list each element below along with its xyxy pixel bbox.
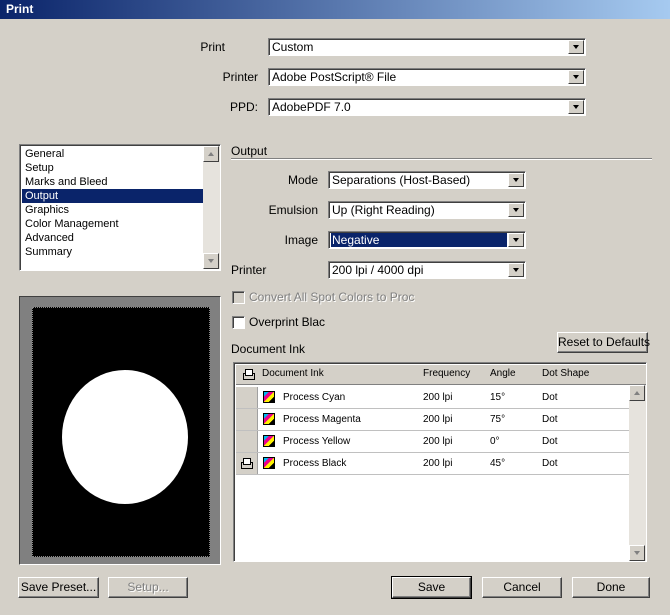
- dropdown-arrow-icon[interactable]: [508, 173, 524, 187]
- preview-page: [32, 307, 210, 557]
- category-item-marks-and-bleed[interactable]: Marks and Bleed: [22, 175, 204, 189]
- image-dropdown[interactable]: Negative: [328, 231, 526, 249]
- ink-name: Process Yellow: [283, 436, 351, 447]
- save-preset-button[interactable]: Save Preset...: [18, 577, 99, 598]
- ink-frequency[interactable]: 200 lpi: [423, 414, 452, 425]
- column-header-dot-shape[interactable]: Dot Shape: [542, 368, 589, 379]
- category-item-graphics[interactable]: Graphics: [22, 203, 204, 217]
- print-preset-dropdown[interactable]: Custom: [268, 38, 586, 56]
- ppd-label: PPD:: [229, 100, 258, 114]
- category-item-color-management[interactable]: Color Management: [22, 217, 204, 231]
- emulsion-value: Up (Right Reading): [332, 203, 435, 217]
- printer-icon: [240, 458, 253, 469]
- ink-name: Process Black: [283, 458, 347, 469]
- document-ink-scrollbar[interactable]: [629, 385, 646, 561]
- reset-to-defaults-button[interactable]: Reset to Defaults: [557, 332, 650, 353]
- process-ink-icon: [263, 391, 275, 403]
- process-ink-icon: [263, 457, 275, 469]
- ink-frequency[interactable]: 200 lpi: [423, 392, 452, 403]
- column-header-document-ink[interactable]: Document Ink: [262, 368, 324, 379]
- dropdown-arrow-icon[interactable]: [568, 40, 584, 54]
- image-value: Negative: [331, 233, 507, 247]
- window-title-bar[interactable]: Print: [0, 0, 670, 19]
- print-preset-value: Custom: [272, 40, 314, 54]
- output-section-divider: [231, 158, 652, 160]
- ink-dot-shape: Dot: [542, 436, 558, 447]
- scroll-up-icon[interactable]: [629, 385, 645, 401]
- scroll-down-icon[interactable]: [629, 545, 645, 561]
- ink-frequency[interactable]: 200 lpi: [423, 436, 452, 447]
- save-button[interactable]: Save: [391, 576, 472, 599]
- category-item-summary[interactable]: Summary: [22, 245, 204, 259]
- print-ink-toggle[interactable]: [236, 431, 258, 452]
- done-button[interactable]: Done: [572, 577, 650, 598]
- dropdown-arrow-icon[interactable]: [508, 203, 524, 217]
- category-list[interactable]: General Setup Marks and Bleed Output Gra…: [19, 144, 221, 271]
- ink-angle[interactable]: 0°: [490, 436, 500, 447]
- preview-circle-artwork: [62, 370, 188, 504]
- document-ink-table-header: Document Ink Frequency Angle Dot Shape: [236, 365, 646, 385]
- category-list-scrollbar[interactable]: [203, 146, 220, 269]
- cancel-button[interactable]: Cancel: [482, 577, 562, 598]
- mode-dropdown[interactable]: Separations (Host-Based): [328, 171, 526, 189]
- print-preview: [19, 296, 221, 565]
- print-ink-toggle[interactable]: [236, 409, 258, 430]
- ink-dot-shape: Dot: [542, 458, 558, 469]
- convert-spot-colors-checkbox[interactable]: [232, 291, 245, 304]
- category-item-output[interactable]: Output: [22, 189, 204, 203]
- ink-angle[interactable]: 75°: [490, 414, 505, 425]
- print-ink-toggle[interactable]: [236, 387, 258, 408]
- table-row[interactable]: Process Black 200 lpi 45° Dot: [236, 453, 629, 475]
- dropdown-arrow-icon[interactable]: [508, 233, 524, 247]
- printer-icon: [242, 369, 255, 380]
- process-ink-icon: [263, 413, 275, 425]
- printer-label: Printer: [222, 70, 258, 84]
- dropdown-arrow-icon[interactable]: [508, 263, 524, 277]
- mode-value: Separations (Host-Based): [332, 173, 471, 187]
- column-header-frequency[interactable]: Frequency: [423, 368, 470, 379]
- ink-name: Process Magenta: [283, 414, 361, 425]
- output-printer-label: Printer: [231, 263, 267, 277]
- table-row[interactable]: Process Yellow 200 lpi 0° Dot: [236, 431, 629, 453]
- scroll-up-icon[interactable]: [203, 146, 219, 162]
- printer-value: Adobe PostScript® File: [272, 70, 397, 84]
- printer-dropdown[interactable]: Adobe PostScript® File: [268, 68, 586, 86]
- setup-button[interactable]: Setup...: [108, 577, 188, 598]
- ppd-value: AdobePDF 7.0: [272, 100, 351, 114]
- ink-angle[interactable]: 45°: [490, 458, 505, 469]
- print-ink-toggle[interactable]: [236, 453, 258, 474]
- table-row[interactable]: Process Cyan 200 lpi 15° Dot: [236, 387, 629, 409]
- column-header-angle[interactable]: Angle: [490, 368, 516, 379]
- ink-dot-shape: Dot: [542, 392, 558, 403]
- scroll-down-icon[interactable]: [203, 253, 219, 269]
- output-printer-value: 200 lpi / 4000 dpi: [332, 263, 424, 277]
- print-preset-label: Print: [200, 40, 225, 54]
- document-ink-section-title: Document Ink: [231, 342, 306, 356]
- category-item-setup[interactable]: Setup: [22, 161, 204, 175]
- table-row[interactable]: Process Magenta 200 lpi 75° Dot: [236, 409, 629, 431]
- output-section-title: Output: [231, 144, 268, 158]
- dropdown-arrow-icon[interactable]: [568, 70, 584, 84]
- dropdown-arrow-icon[interactable]: [568, 100, 584, 114]
- ink-angle[interactable]: 15°: [490, 392, 505, 403]
- overprint-black-label: Overprint Blac: [249, 315, 326, 329]
- output-printer-dropdown[interactable]: 200 lpi / 4000 dpi: [328, 261, 526, 279]
- convert-spot-colors-label: Convert All Spot Colors to Proc: [249, 290, 415, 304]
- document-ink-table[interactable]: Document Ink Frequency Angle Dot Shape P…: [233, 362, 647, 562]
- mode-label: Mode: [287, 173, 318, 187]
- ink-frequency[interactable]: 200 lpi: [423, 458, 452, 469]
- image-label: Image: [284, 233, 318, 247]
- process-ink-icon: [263, 435, 275, 447]
- emulsion-dropdown[interactable]: Up (Right Reading): [328, 201, 526, 219]
- ppd-dropdown[interactable]: AdobePDF 7.0: [268, 98, 586, 116]
- window-title: Print: [6, 2, 34, 16]
- overprint-black-checkbox[interactable]: [232, 316, 245, 329]
- category-item-advanced[interactable]: Advanced: [22, 231, 204, 245]
- category-item-general[interactable]: General: [22, 147, 204, 161]
- ink-dot-shape: Dot: [542, 414, 558, 425]
- emulsion-label: Emulsion: [268, 203, 318, 217]
- ink-name: Process Cyan: [283, 392, 346, 403]
